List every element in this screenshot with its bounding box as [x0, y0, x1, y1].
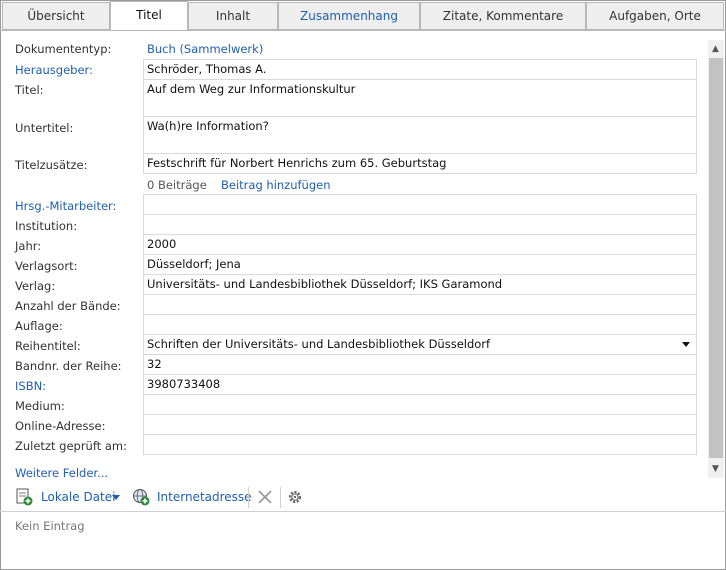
add-contribution-link[interactable]: Beitrag hinzufügen	[221, 178, 331, 192]
vertical-scrollbar[interactable]: ▲ ▼	[708, 40, 724, 478]
edition-label: Auflage:	[15, 319, 63, 333]
editor-label-link[interactable]: Herausgeber:	[15, 63, 93, 77]
subtitle-field[interactable]: Wa(h)re Information?	[143, 116, 697, 154]
tab-content[interactable]: Inhalt	[188, 2, 278, 30]
year-field[interactable]: 2000	[143, 234, 697, 255]
series-select[interactable]: Schriften der Universitäts- und Landesbi…	[143, 334, 697, 355]
series-value: Schriften der Universitäts- und Landesbi…	[147, 337, 491, 351]
tab-quotes-comments[interactable]: Zitate, Kommentare	[420, 2, 586, 30]
editor-field[interactable]: Schröder, Thomas A.	[143, 59, 697, 80]
online-address-field[interactable]	[143, 414, 697, 435]
scroll-thumb[interactable]	[709, 58, 723, 458]
local-file-dropdown-icon[interactable]	[111, 492, 121, 502]
more-fields-link[interactable]: Weitere Felder...	[15, 466, 108, 480]
toolbar-separator	[280, 487, 281, 508]
series-number-field[interactable]: 32	[143, 354, 697, 375]
edition-field[interactable]	[143, 314, 697, 335]
publisher-label: Verlag:	[15, 279, 56, 293]
tab-context[interactable]: Zusammenhang	[278, 2, 420, 30]
series-number-label: Bandnr. der Reihe:	[15, 359, 122, 373]
coeditors-label-link[interactable]: Hrsg.-Mitarbeiter:	[15, 199, 116, 213]
delete-icon[interactable]	[256, 488, 274, 506]
coeditors-field[interactable]	[143, 194, 697, 215]
series-label: Reihentitel:	[15, 339, 81, 353]
toolbar-separator	[248, 487, 249, 508]
title-label: Titel:	[15, 83, 44, 97]
local-file-button[interactable]: Lokale Datei	[41, 488, 115, 506]
dropdown-arrow-icon[interactable]	[682, 342, 690, 347]
place-label: Verlagsort:	[15, 259, 78, 273]
local-file-icon[interactable]	[15, 488, 33, 506]
isbn-label-link[interactable]: ISBN:	[15, 379, 46, 393]
tab-tasks-places[interactable]: Aufgaben, Orte	[586, 2, 724, 30]
medium-label: Medium:	[15, 399, 65, 413]
scroll-up-icon[interactable]: ▲	[712, 44, 720, 54]
volumes-label: Anzahl der Bände:	[15, 299, 121, 313]
tab-bar: Übersicht Titel Inhalt Zusammenhang Zita…	[0, 0, 726, 32]
last-checked-label: Zuletzt geprüft am:	[15, 439, 127, 453]
attachments-empty-text: Kein Eintrag	[15, 519, 85, 533]
year-label: Jahr:	[15, 239, 42, 253]
scroll-down-icon[interactable]: ▼	[712, 464, 720, 474]
attachment-toolbar: Lokale Datei Internetadresse	[0, 484, 726, 510]
medium-field[interactable]	[143, 394, 697, 415]
contributions-count: 0 Beiträge	[147, 178, 207, 192]
publisher-field[interactable]: Universitäts- und Landesbibliothek Düsse…	[143, 274, 697, 295]
institution-field[interactable]	[143, 214, 697, 235]
web-address-button[interactable]: Internetadresse	[157, 488, 252, 506]
tab-overview[interactable]: Übersicht	[2, 2, 110, 30]
doctype-label: Dokumententyp:	[15, 42, 112, 56]
title-additions-label: Titelzusätze:	[15, 158, 88, 172]
isbn-field[interactable]: 3980733408	[143, 374, 697, 395]
web-address-icon[interactable]	[132, 488, 150, 506]
volumes-field[interactable]	[143, 294, 697, 315]
online-address-label: Online-Adresse:	[15, 419, 106, 433]
tab-divider	[0, 30, 726, 31]
institution-label: Institution:	[15, 219, 78, 233]
tab-title[interactable]: Titel	[110, 1, 188, 31]
title-additions-field[interactable]: Festschrift für Norbert Henrichs zum 65.…	[143, 153, 697, 174]
doctype-link[interactable]: Buch (Sammelwerk)	[147, 42, 263, 56]
settings-icon[interactable]	[286, 488, 304, 506]
last-checked-field[interactable]	[143, 434, 697, 455]
attachments-divider	[0, 511, 726, 512]
title-field[interactable]: Auf dem Weg zur Informationskultur	[143, 79, 697, 117]
place-field[interactable]: Düsseldorf; Jena	[143, 254, 697, 275]
subtitle-label: Untertitel:	[15, 121, 74, 135]
